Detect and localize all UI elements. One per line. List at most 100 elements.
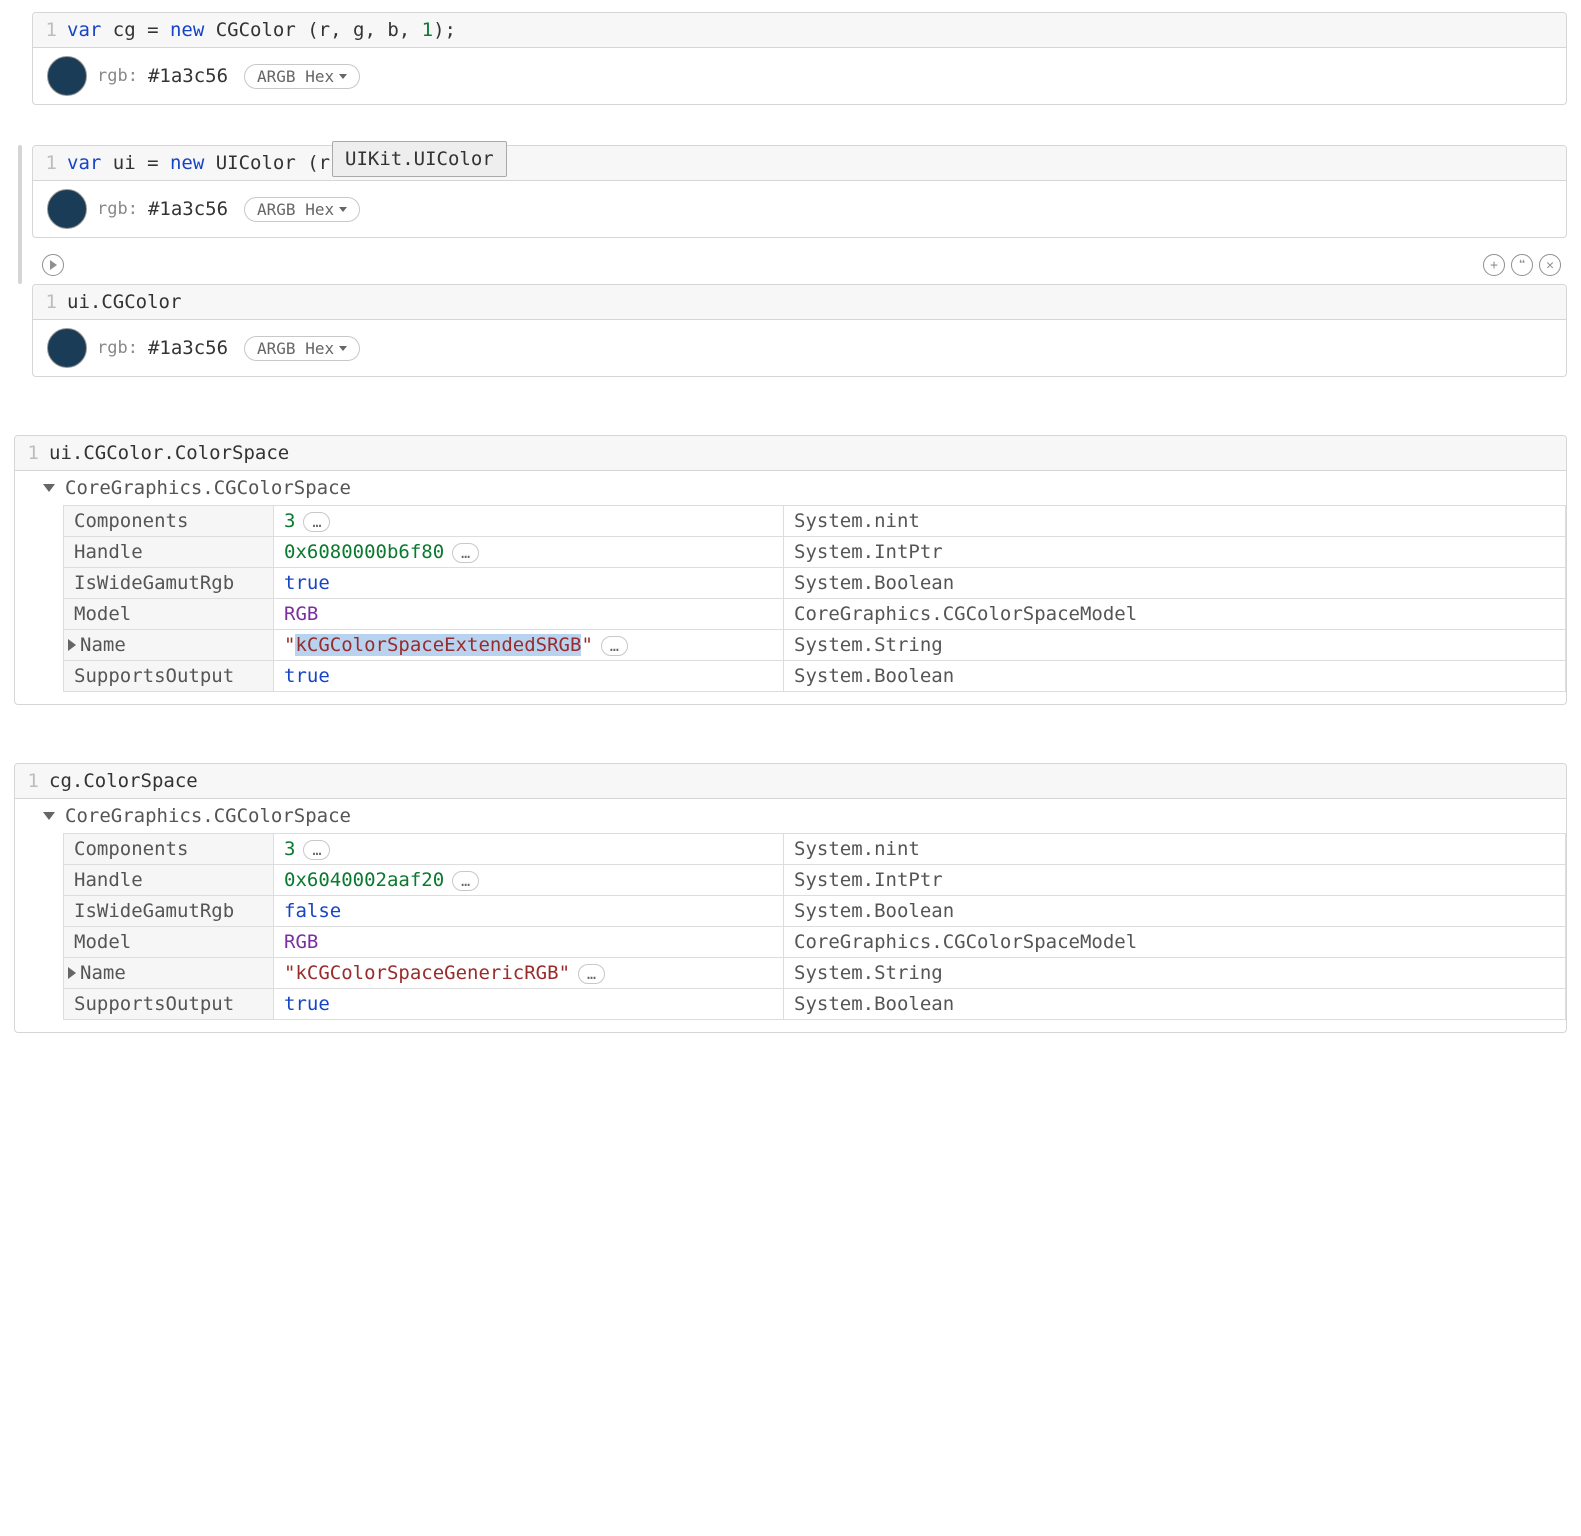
property-value: 3…: [274, 834, 784, 865]
property-type: CoreGraphics.CGColorSpaceModel: [784, 599, 1566, 630]
property-value: 0x6080000b6f80…: [274, 537, 784, 568]
cell-cg-colorspace: 1 cg.ColorSpace CoreGraphics.CGColorSpac…: [14, 763, 1567, 1033]
property-value: 3…: [274, 506, 784, 537]
property-name: SupportsOutput: [64, 989, 274, 1020]
property-table: Components3…System.nintHandle0x6080000b6…: [63, 505, 1566, 692]
code-text: ui.CGColor.ColorSpace: [49, 442, 289, 464]
result-row: rgb: #1a3c56 ARGB Hex: [33, 320, 1566, 376]
code-line[interactable]: 1 ui.CGColor: [33, 285, 1566, 320]
object-type: CoreGraphics.CGColorSpace: [65, 805, 351, 827]
property-value: true: [274, 661, 784, 692]
object-type: CoreGraphics.CGColorSpace: [65, 477, 351, 499]
rgb-value: #1a3c56: [148, 65, 228, 87]
property-type: System.nint: [784, 834, 1566, 865]
property-value: true: [274, 568, 784, 599]
property-name: Components: [64, 506, 274, 537]
property-row: Components3…System.nint: [64, 506, 1566, 537]
color-swatch[interactable]: [47, 328, 87, 368]
rgb-value: #1a3c56: [148, 198, 228, 220]
property-type: System.Boolean: [784, 896, 1566, 927]
expand-button[interactable]: …: [303, 512, 330, 532]
property-row: SupportsOutputtrueSystem.Boolean: [64, 989, 1566, 1020]
property-type: System.IntPtr: [784, 865, 1566, 896]
property-value: RGB: [274, 927, 784, 958]
line-number: 1: [43, 152, 67, 174]
code-line[interactable]: 1 var ui = new UIColor (r, g, b, 1): [33, 146, 1566, 181]
active-cell-group: UIKit.UIColor 1 var ui = new UIColor (r,…: [14, 145, 1567, 284]
property-type: System.Boolean: [784, 568, 1566, 599]
expand-button[interactable]: …: [452, 543, 479, 563]
property-name: Handle: [64, 865, 274, 896]
property-name: IsWideGamutRgb: [64, 568, 274, 599]
cell-ui-colorspace: 1 ui.CGColor.ColorSpace CoreGraphics.CGC…: [14, 435, 1567, 705]
code-line[interactable]: 1 ui.CGColor.ColorSpace: [15, 436, 1566, 471]
property-name: Model: [64, 927, 274, 958]
property-value: "kCGColorSpaceGenericRGB"…: [274, 958, 784, 989]
expand-button[interactable]: …: [578, 964, 605, 984]
property-type: System.nint: [784, 506, 1566, 537]
object-header[interactable]: CoreGraphics.CGColorSpace: [15, 799, 1566, 833]
chevron-down-icon: [339, 346, 347, 351]
property-row: Name"kCGColorSpaceGenericRGB"…System.Str…: [64, 958, 1566, 989]
property-value: false: [274, 896, 784, 927]
property-name: SupportsOutput: [64, 661, 274, 692]
property-value: true: [274, 989, 784, 1020]
color-swatch[interactable]: [47, 189, 87, 229]
property-row: IsWideGamutRgbtrueSystem.Boolean: [64, 568, 1566, 599]
property-row: IsWideGamutRgbfalseSystem.Boolean: [64, 896, 1566, 927]
code-line[interactable]: 1 var cg = new CGColor (r, g, b, 1);: [33, 13, 1566, 48]
property-row: Name"kCGColorSpaceExtendedSRGB"…System.S…: [64, 630, 1566, 661]
disclosure-down-icon: [43, 812, 55, 820]
property-name: Components: [64, 834, 274, 865]
result-row: rgb: #1a3c56 ARGB Hex: [33, 181, 1566, 237]
property-value: 0x6040002aaf20…: [274, 865, 784, 896]
format-dropdown[interactable]: ARGB Hex: [244, 336, 360, 361]
code-text: cg.ColorSpace: [49, 770, 198, 792]
property-table: Components3…System.nint Handle0x6040002aa…: [63, 833, 1566, 1020]
expand-button[interactable]: …: [601, 636, 628, 656]
disclosure-down-icon: [43, 484, 55, 492]
disclosure-right-icon: [68, 639, 78, 651]
run-button[interactable]: [42, 254, 64, 276]
property-type: CoreGraphics.CGColorSpaceModel: [784, 927, 1566, 958]
property-name[interactable]: Name: [64, 630, 274, 661]
object-header[interactable]: CoreGraphics.CGColorSpace: [15, 471, 1566, 505]
rgb-label: rgb:: [97, 66, 138, 86]
cell-cgcolor: 1 var cg = new CGColor (r, g, b, 1); rgb…: [32, 12, 1567, 105]
property-name: Handle: [64, 537, 274, 568]
code-text: ui.CGColor: [67, 291, 181, 313]
property-name[interactable]: Name: [64, 958, 274, 989]
chevron-down-icon: [339, 207, 347, 212]
format-dropdown[interactable]: ARGB Hex: [244, 197, 360, 222]
line-number: 1: [43, 291, 67, 313]
close-cell-button[interactable]: ✕: [1539, 254, 1561, 276]
type-tooltip: UIKit.UIColor: [332, 141, 507, 177]
cell-controls: + ❝ ✕: [14, 252, 1567, 284]
line-number: 1: [25, 442, 49, 464]
line-number: 1: [25, 770, 49, 792]
disclosure-right-icon: [68, 967, 78, 979]
quote-button[interactable]: ❝: [1511, 254, 1533, 276]
property-row: ModelRGBCoreGraphics.CGColorSpaceModel: [64, 599, 1566, 630]
expand-button[interactable]: …: [452, 871, 479, 891]
rgb-label: rgb:: [97, 338, 138, 358]
property-name: IsWideGamutRgb: [64, 896, 274, 927]
color-swatch[interactable]: [47, 56, 87, 96]
expand-button[interactable]: …: [303, 840, 330, 860]
line-number: 1: [43, 19, 67, 41]
result-row: rgb: #1a3c56 ARGB Hex: [33, 48, 1566, 104]
code-line[interactable]: 1 cg.ColorSpace: [15, 764, 1566, 799]
format-dropdown[interactable]: ARGB Hex: [244, 64, 360, 89]
cell-ui-cgcolor: 1 ui.CGColor rgb: #1a3c56 ARGB Hex: [32, 284, 1567, 377]
property-row: Handle0x6080000b6f80…System.IntPtr: [64, 537, 1566, 568]
property-value: RGB: [274, 599, 784, 630]
property-type: System.String: [784, 958, 1566, 989]
property-type: System.String: [784, 630, 1566, 661]
property-row: SupportsOutputtrueSystem.Boolean: [64, 661, 1566, 692]
property-type: System.IntPtr: [784, 537, 1566, 568]
property-type: System.Boolean: [784, 661, 1566, 692]
property-name: Model: [64, 599, 274, 630]
property-row: ModelRGBCoreGraphics.CGColorSpaceModel: [64, 927, 1566, 958]
add-cell-button[interactable]: +: [1483, 254, 1505, 276]
property-type: System.Boolean: [784, 989, 1566, 1020]
